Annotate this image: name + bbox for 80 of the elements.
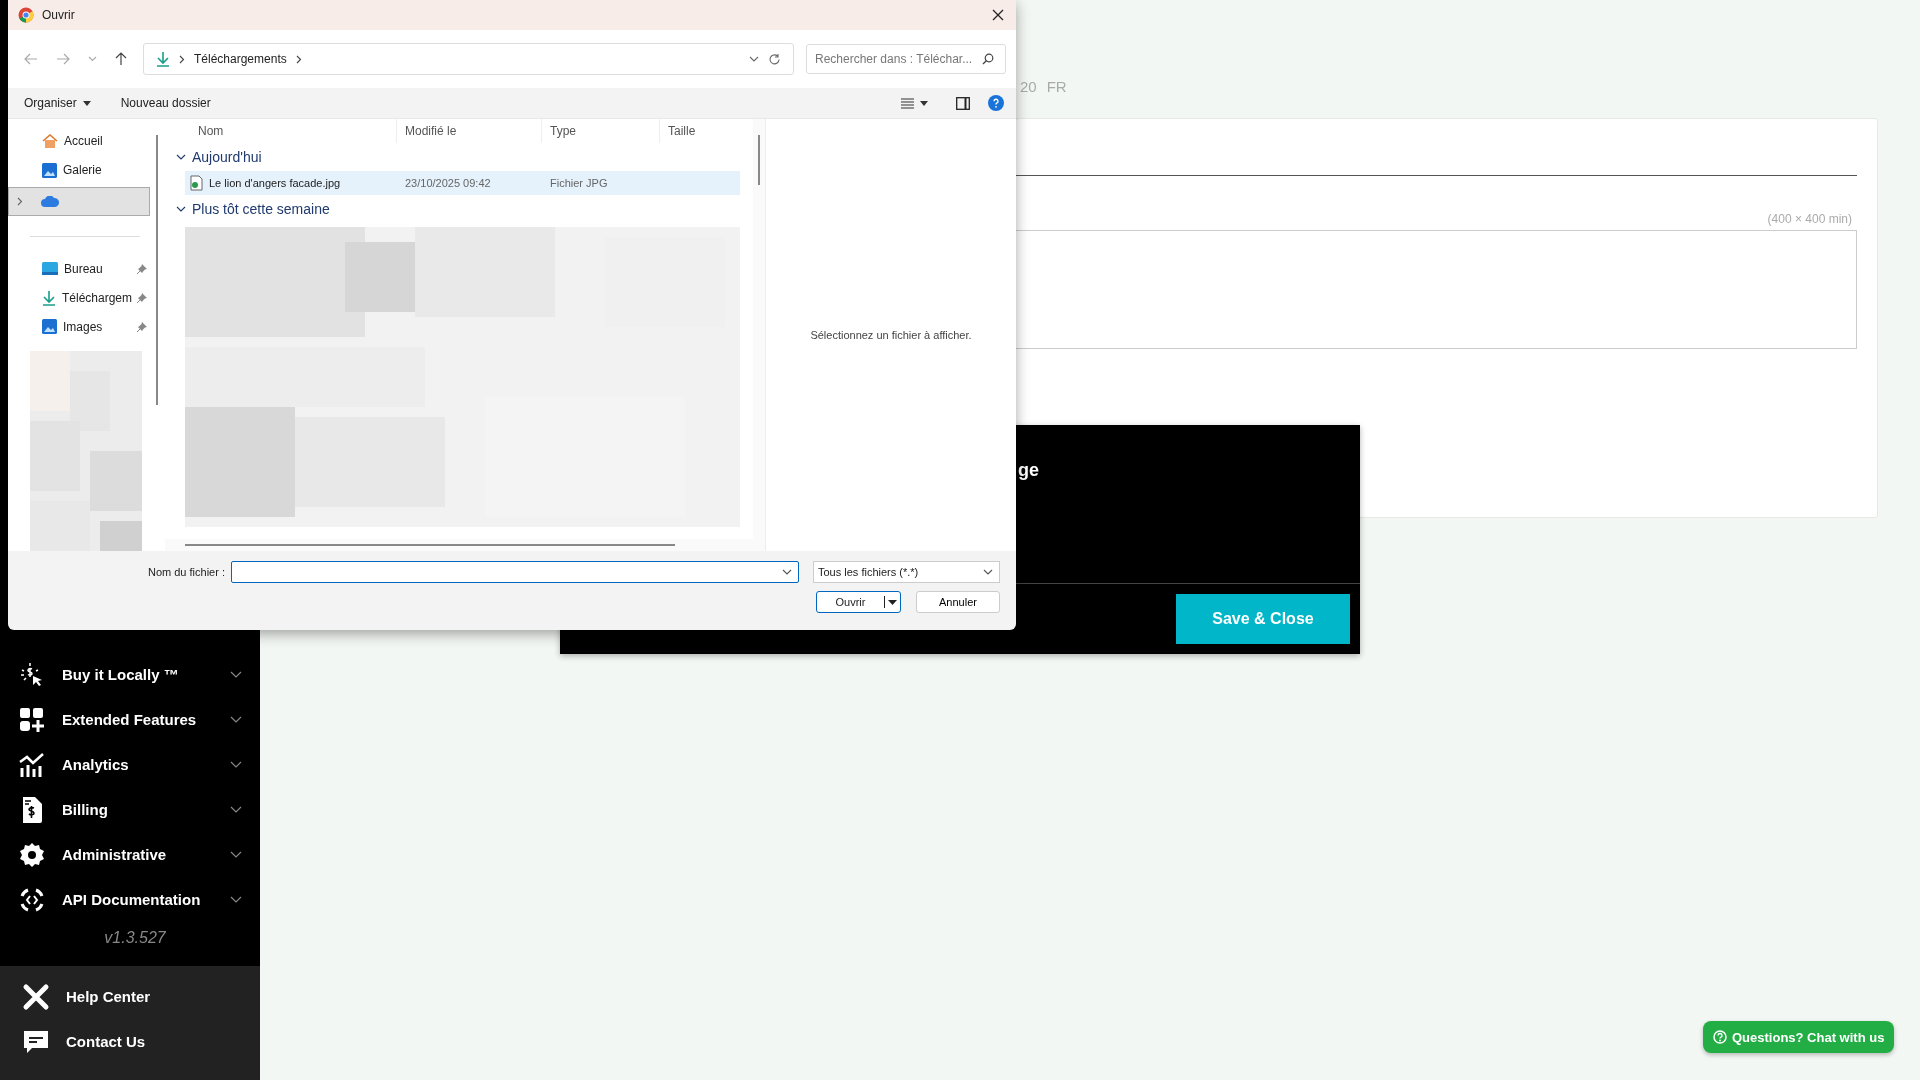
organize-menu[interactable]: Organiser (24, 96, 77, 110)
breadcrumb[interactable]: Téléchargements (194, 52, 287, 66)
caret-icon (888, 599, 897, 605)
cancel-button[interactable]: Annuler (916, 591, 1000, 613)
filename-field[interactable] (231, 561, 799, 583)
download-icon (42, 289, 56, 306)
column-header[interactable]: Taille (660, 119, 700, 143)
chevron-down-icon (230, 895, 242, 904)
desktop-icon (42, 262, 58, 276)
file-type: Fichier JPG (549, 177, 609, 189)
caret-icon (82, 100, 91, 106)
nav-item[interactable]: Accueil (8, 127, 150, 156)
cloud-item[interactable] (8, 186, 150, 216)
file-date: 23/10/2025 09:42 (404, 177, 492, 189)
browser-icon (18, 7, 34, 23)
image-file-icon (190, 175, 203, 191)
file-name: Le lion d'angers facade.jpg (209, 177, 341, 189)
preview-pane-icon[interactable] (956, 96, 970, 110)
sidebar-item[interactable]: API Documentation (0, 877, 260, 922)
sidebar-link[interactable]: Help Center (0, 974, 260, 1019)
column-header[interactable]: Type (542, 119, 660, 143)
sidebar-item[interactable]: Billing (0, 787, 260, 832)
sidebar-item[interactable]: Buy it Locally ™ (0, 652, 260, 697)
size-hint: (400 × 400 min) (1766, 212, 1853, 226)
column-header[interactable]: Modifié le (397, 119, 542, 143)
list-view-icon[interactable] (901, 97, 914, 109)
chevron-down-icon (230, 850, 242, 859)
chevron-right-icon (17, 196, 23, 206)
sidebar-item[interactable]: Extended Features (0, 697, 260, 742)
language-code: 20 (1020, 78, 1037, 97)
search-icon (982, 53, 994, 65)
version-label: v1.3.527 (103, 928, 167, 948)
nav-item[interactable]: Galerie (8, 155, 150, 185)
nav-item[interactable]: Téléchargem (8, 283, 150, 313)
sidebar-link[interactable]: Contact Us (0, 1019, 260, 1064)
bar-chart-icon (19, 751, 45, 778)
chevron-down-icon (230, 805, 242, 814)
chevron-down-icon (230, 760, 242, 769)
chevron-down-icon (782, 569, 792, 575)
help-icon (1713, 1030, 1727, 1044)
image-icon (42, 319, 57, 335)
sidebar-item[interactable]: Administrative (0, 832, 260, 877)
modal-title: ge (1018, 460, 1039, 481)
chevron-down-icon (176, 206, 186, 212)
dialog-title: Ouvrir (42, 8, 76, 22)
help-icon[interactable] (988, 95, 1004, 111)
chevron-down-icon (983, 569, 993, 575)
chevron-right-icon (179, 54, 185, 64)
open-button[interactable]: Ouvrir (816, 591, 901, 613)
nav-item[interactable]: Bureau (8, 254, 150, 284)
new-folder-button[interactable]: Nouveau dossier (120, 96, 211, 110)
invoice-icon (21, 795, 43, 824)
close-icon[interactable] (992, 9, 1004, 21)
download-icon (156, 51, 170, 67)
up-arrow-icon[interactable] (115, 52, 127, 66)
chevron-down-icon[interactable] (749, 56, 759, 62)
refresh-icon[interactable] (768, 52, 781, 66)
gallery-icon (42, 162, 57, 178)
sidebar-item[interactable]: Analytics (0, 742, 260, 787)
api-icon (19, 886, 45, 913)
address-bar[interactable]: Téléchargements (143, 43, 794, 75)
file-row[interactable]: Le lion d'angers facade.jpg 23/10/2025 09:42 Fichier JPG (185, 171, 740, 195)
filename-label: Nom du fichier : (147, 566, 225, 578)
caret-icon[interactable] (920, 100, 928, 106)
chevron-down-icon (230, 670, 242, 679)
chevron-right-icon (295, 54, 302, 64)
group-header[interactable]: Plus tôt cette semaine (173, 195, 753, 223)
grid-plus-icon (19, 706, 45, 733)
chevron-down-icon (176, 154, 186, 160)
cloud-icon (41, 195, 59, 207)
preview-message: Sélectionnez un fichier à afficher. (810, 329, 972, 341)
group-header[interactable]: Aujourd'hui (173, 143, 753, 171)
search-field[interactable]: Rechercher dans : Téléchar... (806, 44, 1006, 74)
nav-item[interactable]: Images (8, 312, 150, 341)
home-icon (42, 133, 58, 149)
settings-icon (19, 841, 45, 868)
column-header[interactable]: Nom (173, 119, 397, 143)
file-type-dropdown[interactable]: Tous les fichiers (*.*) (813, 561, 1000, 583)
language-label: FR (1046, 78, 1067, 97)
chevron-down-icon (230, 715, 242, 724)
